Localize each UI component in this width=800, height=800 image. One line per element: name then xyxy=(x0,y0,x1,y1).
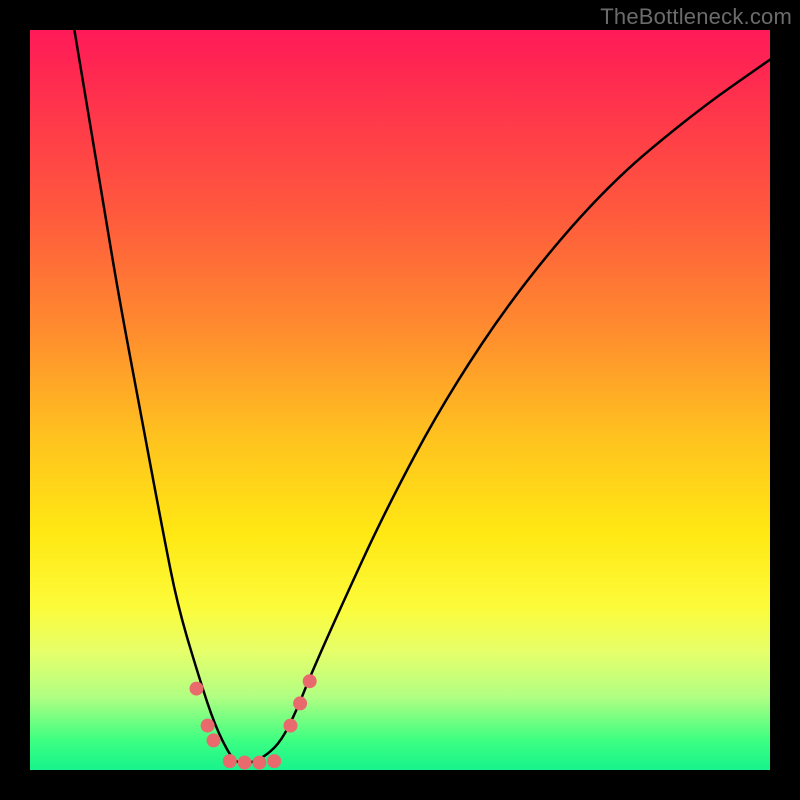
plot-area xyxy=(30,30,770,770)
marker-dot xyxy=(207,733,221,747)
marker-dot xyxy=(303,674,317,688)
marker-dot xyxy=(267,754,281,768)
marker-dot xyxy=(190,682,204,696)
marker-dot xyxy=(223,754,237,768)
chart-frame: TheBottleneck.com xyxy=(0,0,800,800)
bottleneck-curve xyxy=(74,30,770,763)
marker-dot xyxy=(252,756,266,770)
chart-svg xyxy=(30,30,770,770)
marker-dot xyxy=(283,719,297,733)
marker-dot xyxy=(201,719,215,733)
marker-dot xyxy=(238,756,252,770)
watermark-text: TheBottleneck.com xyxy=(600,4,792,30)
marker-dot xyxy=(293,696,307,710)
markers-group xyxy=(190,674,317,769)
